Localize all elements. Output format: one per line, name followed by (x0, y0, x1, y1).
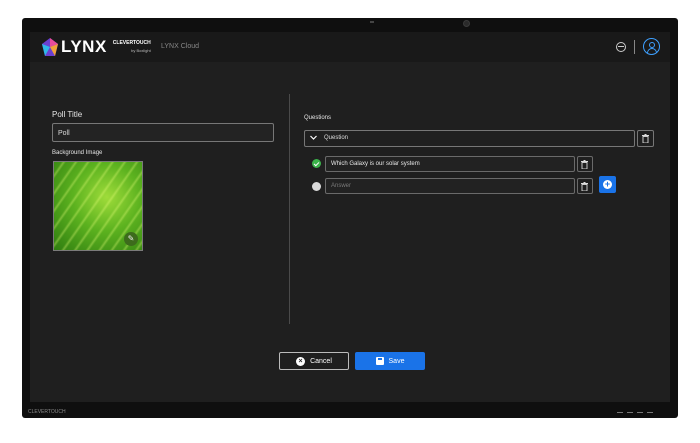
logo-text: LYNX (61, 37, 107, 56)
globe-icon[interactable] (616, 41, 626, 52)
device-bottom-bar: CLEVERTOUCH (22, 408, 678, 418)
background-image-label: Background Image (52, 150, 103, 156)
device-controls (617, 412, 653, 413)
add-answer-button[interactable]: + (599, 176, 616, 193)
trash-icon (581, 160, 588, 169)
answer-input[interactable]: Answer (325, 178, 575, 194)
trash-icon (642, 134, 649, 143)
cancel-label: Cancel (310, 357, 332, 365)
question-header[interactable]: Question (304, 130, 635, 147)
plus-icon: + (603, 179, 612, 189)
sensor (370, 21, 374, 23)
save-label: Save (388, 357, 405, 365)
device-brand: CLEVERTOUCH (28, 409, 66, 415)
correct-answer-icon[interactable] (312, 159, 321, 168)
display-bezel: LYNX CLEVERTOUCH by Boxlight LYNX Cloud … (22, 18, 678, 418)
answer-radio[interactable] (312, 182, 321, 191)
trash-icon (581, 182, 588, 191)
questions-label: Questions (304, 115, 332, 121)
logo-subtext: CLEVERTOUCH by Boxlight (113, 40, 151, 54)
chevron-down-icon[interactable] (310, 134, 317, 141)
logo[interactable]: LYNX CLEVERTOUCH by Boxlight (42, 37, 151, 57)
user-icon[interactable] (643, 38, 660, 55)
logo-tagline: by Boxlight (131, 48, 151, 53)
question-header-label: Question (324, 135, 349, 141)
camera (463, 20, 470, 27)
app-screen: LYNX CLEVERTOUCH by Boxlight LYNX Cloud … (30, 32, 670, 402)
answer-input[interactable]: Which Galaxy is our solar system (325, 156, 575, 172)
top-bar: LYNX CLEVERTOUCH by Boxlight LYNX Cloud (30, 32, 670, 62)
answer-text: Which Galaxy is our solar system (331, 160, 420, 167)
cancel-button[interactable]: × Cancel (279, 352, 349, 370)
poll-title-label: Poll Title (52, 110, 83, 119)
pencil-icon[interactable]: ✎ (124, 232, 138, 246)
background-image-thumbnail[interactable]: ✎ (53, 161, 143, 251)
delete-answer-button[interactable] (577, 178, 593, 194)
logo-brand: CLEVERTOUCH (112, 40, 151, 46)
column-divider (289, 94, 290, 324)
top-icons (616, 38, 660, 55)
divider (634, 39, 635, 54)
delete-question-button[interactable] (637, 130, 654, 147)
save-button[interactable]: Save (355, 352, 425, 370)
close-icon: × (296, 356, 306, 366)
poll-title-input[interactable]: Poll (52, 123, 274, 142)
lynx-logo-icon (42, 38, 58, 56)
answer-placeholder: Answer (331, 182, 352, 189)
cloud-label: LYNX Cloud (161, 43, 200, 50)
save-icon (375, 357, 384, 365)
delete-answer-button[interactable] (577, 156, 593, 172)
